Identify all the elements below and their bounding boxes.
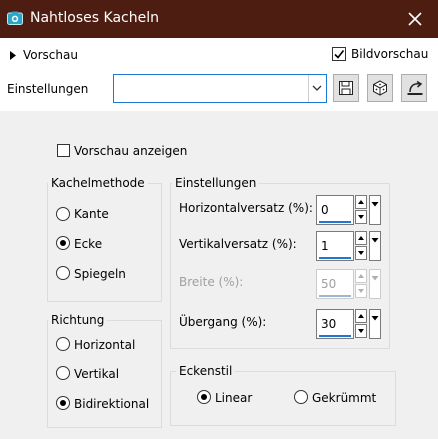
horizontal-offset-label: Horizontalversatz (%): [179, 201, 313, 215]
radio-bidirektional-label: Bidirektional [74, 397, 150, 411]
title-bar: Nahtloses Kacheln [0, 0, 438, 38]
spin-down-button[interactable] [355, 210, 367, 224]
transition-dropdown[interactable] [369, 309, 381, 339]
radio-vertikal-label: Vertikal [74, 367, 120, 381]
direction-title: Richtung [48, 313, 108, 327]
expand-arrow-icon[interactable] [10, 51, 16, 60]
radio-linear[interactable] [197, 390, 211, 404]
triangle-down-icon [371, 276, 379, 281]
radio-kante-label: Kante [74, 207, 109, 221]
camera-icon [7, 11, 23, 25]
value-bar [319, 335, 351, 337]
image-preview-label: Bildvorschau [351, 47, 429, 61]
vertical-offset-stepper[interactable] [355, 231, 367, 261]
settings-preset-select[interactable] [113, 74, 327, 103]
triangle-down-icon [358, 251, 364, 255]
radio-bidirektional[interactable] [56, 396, 70, 410]
randomize-button[interactable] [367, 74, 393, 102]
randomize-icon [373, 80, 387, 96]
radio-ecke-label: Ecke [74, 237, 103, 251]
settings-label: Einstellungen [7, 82, 89, 96]
triangle-down-icon [371, 316, 379, 321]
image-preview-checkbox[interactable] [332, 47, 346, 61]
radio-gekruemmt-label: Gekrümmt [312, 391, 377, 405]
vertical-offset-input[interactable]: 1 [316, 231, 354, 261]
reset-button[interactable] [401, 74, 427, 102]
width-input[interactable]: 50 [316, 269, 354, 299]
horizontal-offset-input[interactable]: 0 [316, 195, 354, 225]
radio-spiegeln[interactable] [56, 266, 70, 280]
radio-horizontal-label: Horizontal [74, 338, 136, 352]
radio-spiegeln-label: Spiegeln [74, 267, 126, 281]
triangle-down-icon [371, 202, 379, 207]
triangle-down-icon [358, 329, 364, 333]
width-stepper[interactable] [355, 269, 367, 299]
close-icon[interactable] [404, 8, 426, 30]
tiling-method-title: Kachelmethode [48, 176, 148, 190]
spin-up-button[interactable] [355, 231, 367, 245]
triangle-up-icon [358, 314, 364, 318]
triangle-down-icon [358, 215, 364, 219]
value-bar [319, 295, 351, 297]
chevron-down-icon [312, 85, 322, 91]
radio-horizontal[interactable] [56, 337, 70, 351]
spin-up-button[interactable] [355, 195, 367, 209]
dropdown-button[interactable] [308, 75, 326, 102]
checkmark-icon [334, 50, 345, 59]
triangle-up-icon [358, 236, 364, 240]
triangle-up-icon [358, 274, 364, 278]
spin-up-button[interactable] [355, 269, 367, 283]
reset-icon [407, 80, 423, 95]
corner-style-title: Eckenstil [176, 364, 236, 378]
spin-up-button[interactable] [355, 309, 367, 323]
radio-linear-label: Linear [215, 391, 253, 405]
spin-down-button[interactable] [355, 246, 367, 260]
transition-stepper[interactable] [355, 309, 367, 339]
width-dropdown[interactable] [369, 269, 381, 299]
triangle-down-icon [371, 238, 379, 243]
value-bar [319, 221, 351, 223]
save-preset-icon [339, 81, 353, 95]
vertical-offset-dropdown[interactable] [369, 231, 381, 261]
radio-vertikal[interactable] [56, 366, 70, 380]
horizontal-offset-stepper[interactable] [355, 195, 367, 225]
preview-toggle-label[interactable]: Vorschau [23, 48, 78, 62]
show-preview-label: Vorschau anzeigen [74, 144, 188, 158]
triangle-down-icon [358, 289, 364, 293]
show-preview-checkbox[interactable] [57, 144, 70, 157]
triangle-up-icon [358, 200, 364, 204]
spin-down-button[interactable] [355, 324, 367, 338]
window-title: Nahtloses Kacheln [30, 10, 159, 26]
transition-label: Übergang (%): [179, 315, 267, 329]
transition-input[interactable]: 30 [316, 309, 354, 339]
radio-gekruemmt[interactable] [294, 390, 308, 404]
params-title: Einstellungen [172, 176, 260, 190]
spin-down-button[interactable] [355, 284, 367, 298]
width-label: Breite (%): [179, 275, 244, 289]
horizontal-offset-dropdown[interactable] [369, 195, 381, 225]
save-preset-button[interactable] [333, 74, 359, 102]
radio-ecke[interactable] [56, 236, 70, 250]
radio-kante[interactable] [56, 207, 70, 221]
vertical-offset-label: Vertikalversatz (%): [179, 237, 297, 251]
value-bar [319, 257, 351, 259]
